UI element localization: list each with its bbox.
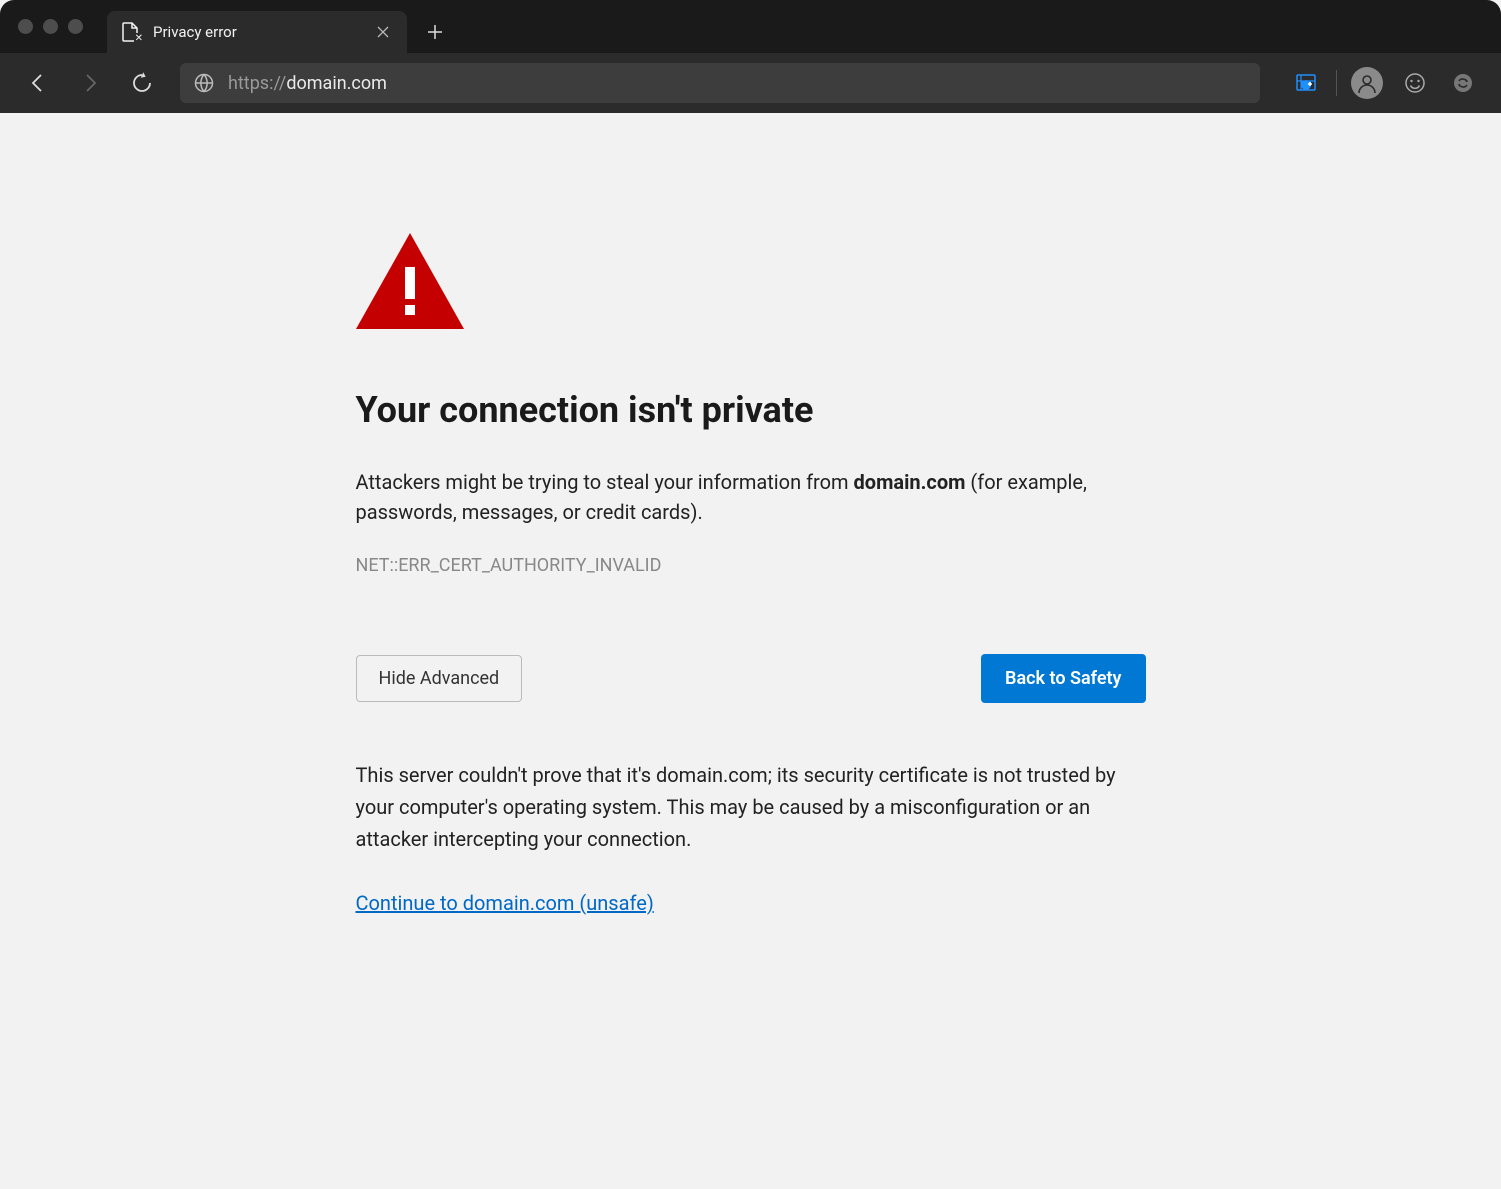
advanced-pre: This server couldn't prove that it's: [356, 763, 657, 787]
url-protocol: https://: [228, 73, 286, 94]
close-window-button[interactable]: [18, 19, 33, 34]
tab-strip: ✕ Privacy error: [0, 0, 1501, 53]
url-text: https://domain.com: [228, 73, 387, 94]
maximize-window-button[interactable]: [68, 19, 83, 34]
forward-button[interactable]: [66, 63, 114, 103]
hide-advanced-button[interactable]: Hide Advanced: [356, 655, 523, 702]
back-button[interactable]: [14, 63, 62, 103]
error-body-pre: Attackers might be trying to steal your …: [356, 470, 854, 494]
button-row: Hide Advanced Back to Safety: [356, 654, 1146, 703]
feedback-button[interactable]: [1391, 63, 1439, 103]
minimize-window-button[interactable]: [43, 19, 58, 34]
advanced-explanation: This server couldn't prove that it's dom…: [356, 759, 1146, 855]
error-body-domain: domain.com: [854, 470, 966, 494]
address-bar[interactable]: https://domain.com: [180, 63, 1260, 103]
error-body: Attackers might be trying to steal your …: [356, 467, 1146, 527]
reload-button[interactable]: [118, 63, 166, 103]
error-heading: Your connection isn't private: [356, 389, 1146, 431]
proceed-unsafe-link[interactable]: Continue to domain.com (unsafe): [356, 891, 654, 915]
close-tab-button[interactable]: [373, 22, 393, 42]
toolbar-right-cluster: [1274, 63, 1487, 103]
sync-button[interactable]: [1439, 63, 1487, 103]
advanced-domain: domain.com: [656, 763, 768, 787]
interstitial-content: Your connection isn't private Attackers …: [356, 113, 1146, 1189]
shield-tracking-button[interactable]: [1282, 63, 1330, 103]
back-to-safety-button[interactable]: Back to Safety: [981, 654, 1145, 703]
active-tab[interactable]: ✕ Privacy error: [107, 11, 407, 53]
divider: [1336, 70, 1337, 96]
avatar-icon: [1351, 67, 1383, 99]
warning-triangle-icon: [356, 233, 1146, 329]
window-controls: [0, 0, 101, 53]
url-domain: domain.com: [286, 73, 387, 94]
browser-window: ✕ Privacy error: [0, 0, 1501, 1189]
new-tab-button[interactable]: [415, 11, 455, 53]
profile-button[interactable]: [1343, 63, 1391, 103]
error-code: NET::ERR_CERT_AUTHORITY_INVALID: [356, 555, 1146, 576]
page-error-icon: ✕: [121, 22, 141, 42]
page-content: Your connection isn't private Attackers …: [0, 113, 1501, 1189]
tab-title: Privacy error: [153, 23, 361, 41]
globe-icon: [194, 73, 214, 93]
toolbar: https://domain.com: [0, 53, 1501, 113]
